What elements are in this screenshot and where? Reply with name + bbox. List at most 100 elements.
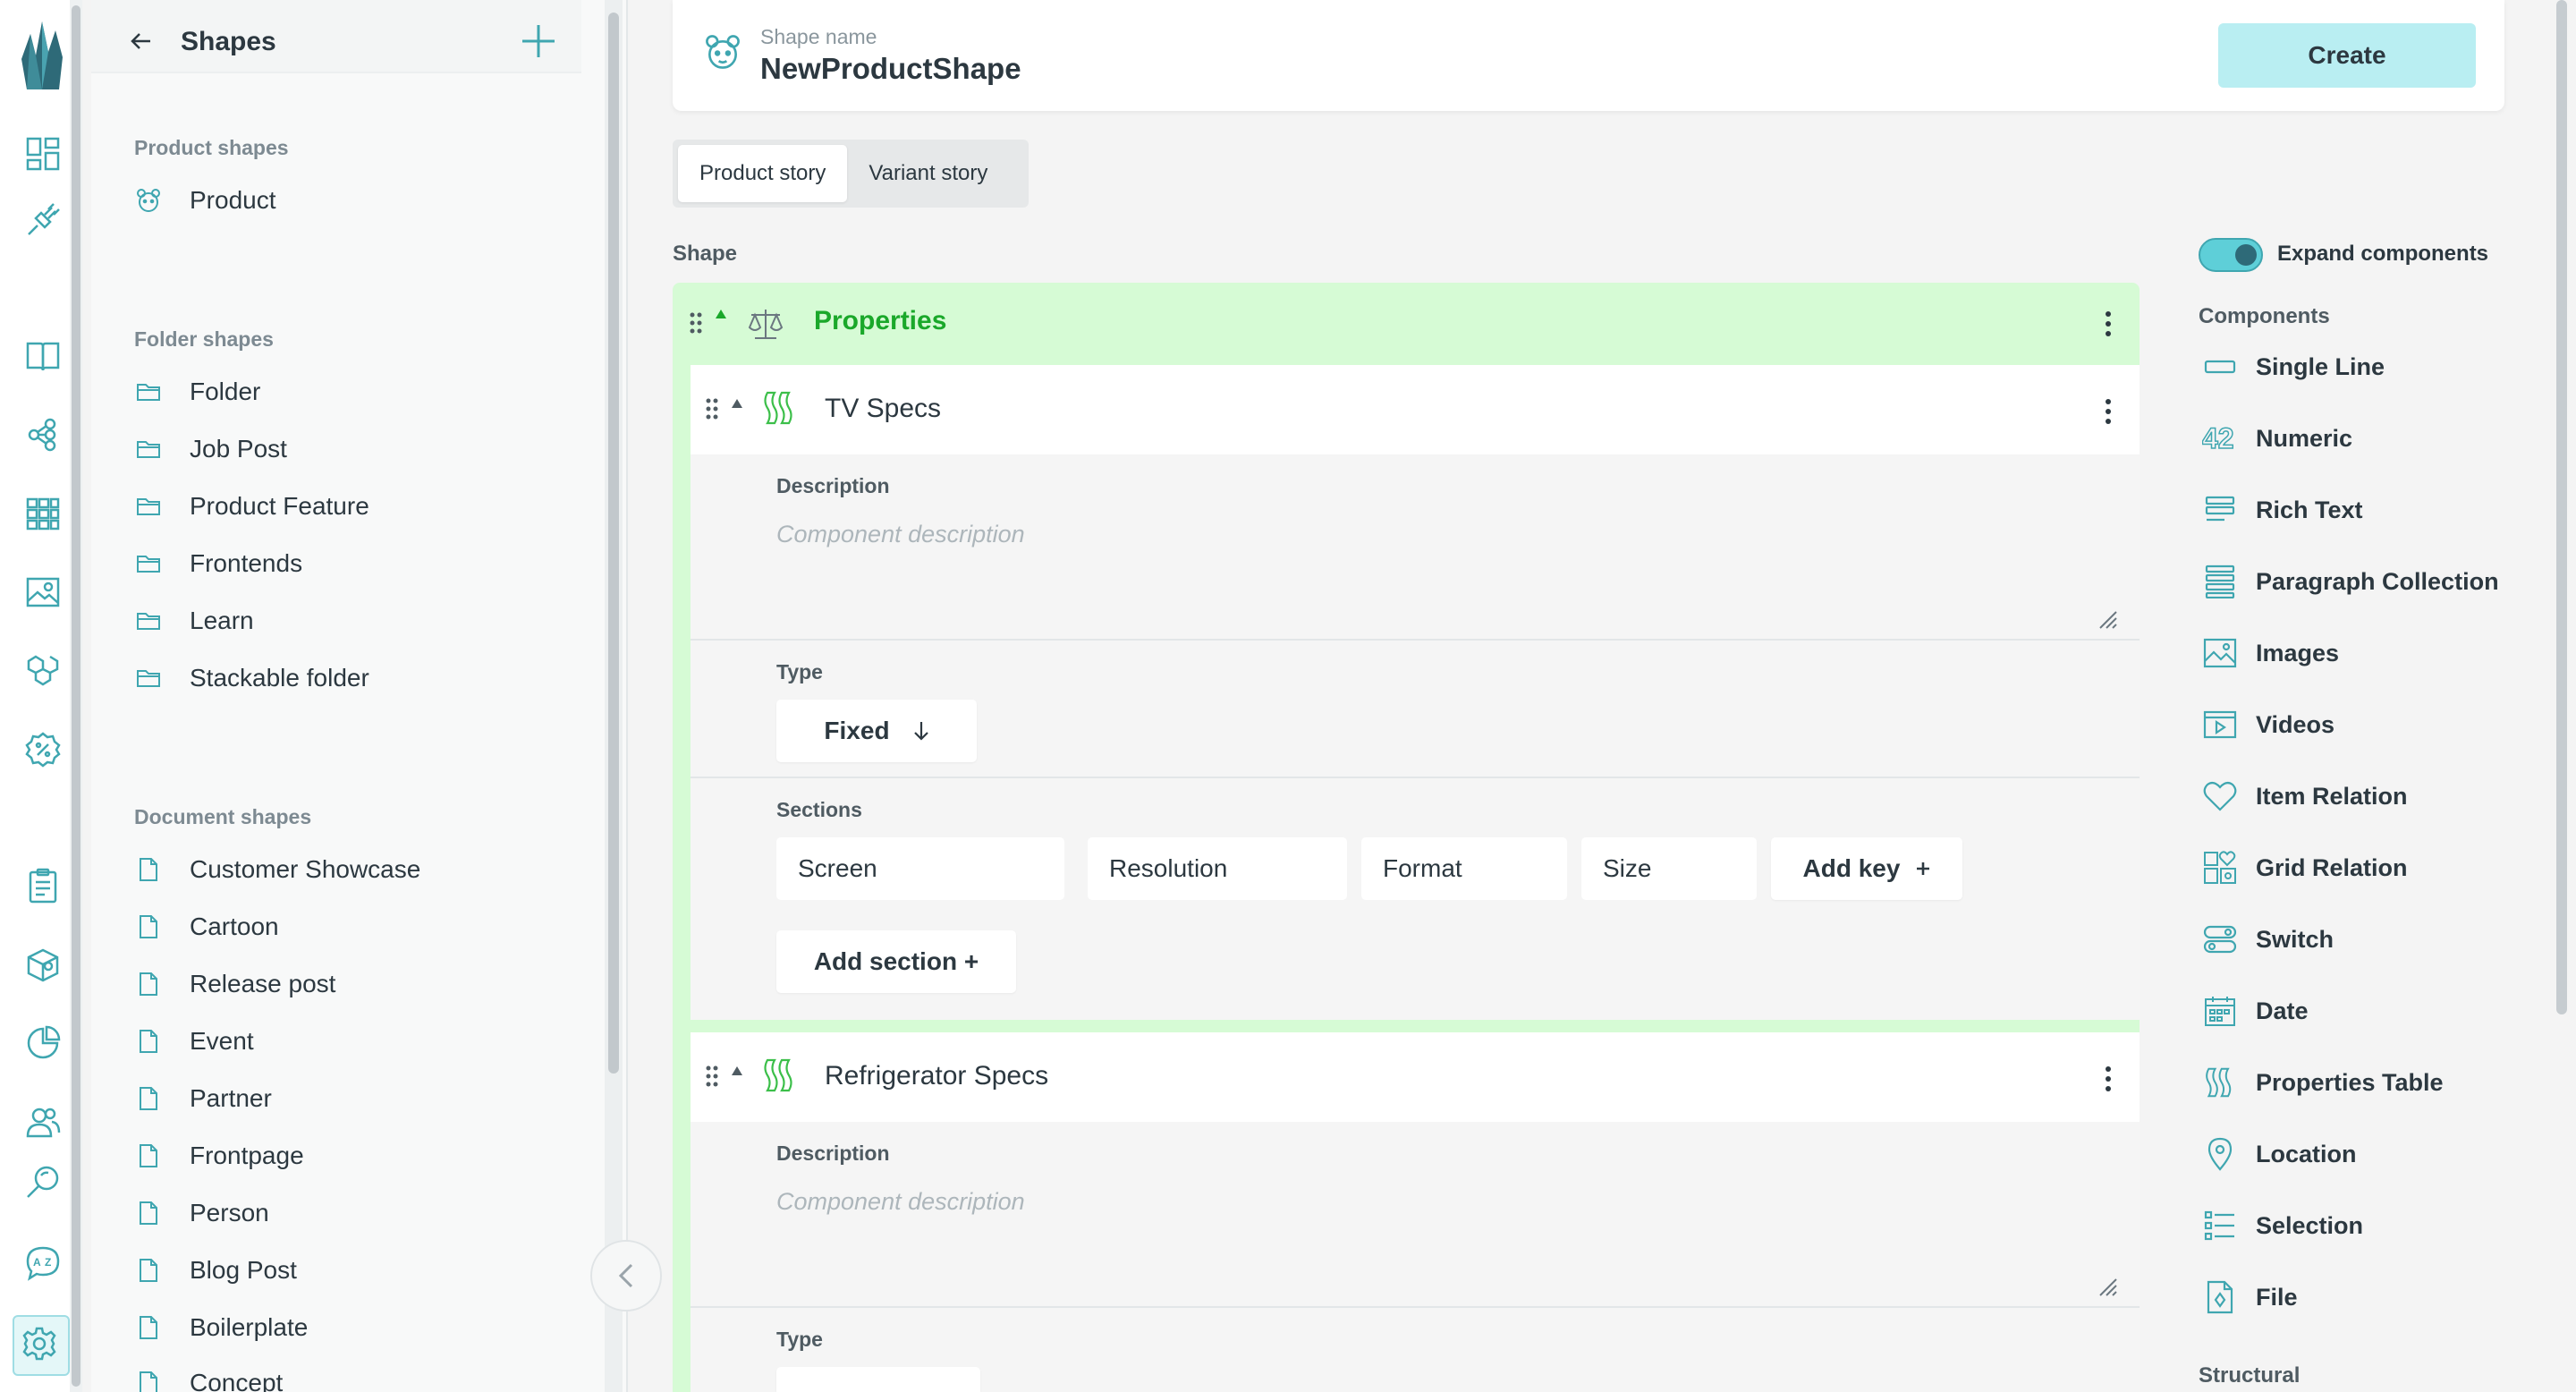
sidebar-item-folder[interactable]: Folder — [134, 374, 260, 410]
component-switch[interactable]: Switch — [2202, 920, 2334, 959]
type-label: Type — [776, 1328, 823, 1351]
component-label: Grid Relation — [2256, 853, 2408, 881]
selection-list-icon — [2202, 1208, 2238, 1243]
drag-handle-icon[interactable] — [705, 1065, 719, 1088]
sidebar-item-release-post[interactable]: Release post — [134, 966, 335, 1002]
sidebar-item-boilerplate[interactable]: Boilerplate — [134, 1310, 308, 1345]
description-input[interactable]: Component description — [776, 1188, 1025, 1216]
component-date[interactable]: Date — [2202, 991, 2309, 1031]
collapse-sidebar-button[interactable] — [590, 1240, 662, 1311]
sidebar-item-label: Blog Post — [190, 1256, 297, 1284]
document-icon — [134, 970, 163, 998]
type-select[interactable]: Fixed — [776, 700, 977, 762]
component-single-line[interactable]: Single Line — [2202, 347, 2385, 386]
grid-relations-icon[interactable] — [25, 653, 64, 692]
back-arrow-icon[interactable] — [131, 30, 152, 52]
sidebar-item-event[interactable]: Event — [134, 1023, 254, 1059]
box-icon[interactable] — [25, 946, 64, 986]
sidebar-item-customer-showcase[interactable]: Customer Showcase — [134, 852, 420, 887]
sidebar-item-label: Product Feature — [190, 492, 369, 520]
sidebar-item-frontends[interactable]: Frontends — [134, 546, 302, 581]
document-icon — [134, 1084, 163, 1113]
key-input[interactable]: Resolution — [1088, 837, 1347, 900]
drag-handle-icon[interactable] — [705, 397, 719, 420]
type-select[interactable] — [776, 1367, 980, 1392]
sidebar-item-learn[interactable]: Learn — [134, 603, 254, 639]
component-menu-icon[interactable] — [2106, 1066, 2113, 1091]
collapse-caret-icon[interactable] — [732, 1066, 742, 1075]
shape-section-label: Shape — [673, 242, 738, 266]
sidebar-item-cartoon[interactable]: Cartoon — [134, 909, 279, 945]
component-menu-icon[interactable] — [2106, 399, 2113, 424]
story-tabs: Product story Variant story — [673, 140, 1029, 208]
sidebar-item-concept[interactable]: Concept — [134, 1365, 283, 1392]
settings-icon[interactable] — [13, 1315, 70, 1376]
sidebar-item-blog-post[interactable]: Blog Post — [134, 1252, 297, 1288]
component-location[interactable]: Location — [2202, 1134, 2357, 1174]
sidebar-scrollbar[interactable] — [608, 13, 619, 1074]
main-scrollbar[interactable] — [2556, 0, 2567, 1014]
drag-handle-icon[interactable] — [689, 311, 703, 335]
search-icon[interactable] — [25, 1165, 64, 1204]
analytics-icon[interactable] — [25, 1025, 64, 1065]
sidebar-item-product[interactable]: Product — [134, 182, 276, 218]
sidebar-item-product-feature[interactable]: Product Feature — [134, 488, 369, 524]
videos-icon — [2202, 707, 2238, 743]
sidebar-item-partner[interactable]: Partner — [134, 1081, 272, 1116]
topics-icon[interactable] — [25, 417, 64, 456]
component-properties-table[interactable]: Properties Table — [2202, 1063, 2444, 1102]
logo-icon[interactable] — [18, 16, 66, 91]
key-input[interactable]: Screen — [776, 837, 1064, 900]
component-grid-relation[interactable]: Grid Relation — [2202, 848, 2408, 887]
sidebar-item-job-post[interactable]: Job Post — [134, 431, 287, 467]
create-button[interactable]: Create — [2218, 23, 2476, 88]
component-selection[interactable]: Selection — [2202, 1206, 2363, 1245]
component-item-relation[interactable]: Item Relation — [2202, 777, 2408, 816]
document-icon — [134, 1027, 163, 1056]
component-videos[interactable]: Videos — [2202, 705, 2334, 744]
key-input[interactable]: Format — [1361, 837, 1567, 900]
collapse-caret-icon[interactable] — [732, 399, 742, 408]
book-icon[interactable] — [25, 338, 64, 378]
component-label: Properties Table — [2256, 1068, 2444, 1096]
translate-icon[interactable]: AZ — [25, 1245, 64, 1285]
sidebar-item-frontpage[interactable]: Frontpage — [134, 1138, 304, 1174]
document-icon — [134, 1369, 163, 1392]
add-key-button[interactable]: Add key — [1771, 837, 1962, 900]
tab-variant-story[interactable]: Variant story — [847, 145, 1009, 202]
discount-icon[interactable] — [25, 732, 64, 771]
component-file[interactable]: File — [2202, 1277, 2298, 1317]
component-header: TV Specs — [691, 365, 2140, 454]
sidebar-item-stackable-folder[interactable]: Stackable folder — [134, 660, 369, 696]
expand-components-toggle[interactable] — [2199, 238, 2263, 272]
users-icon[interactable] — [25, 1104, 64, 1143]
svg-text:A: A — [33, 1256, 41, 1269]
add-section-button[interactable]: Add section + — [776, 930, 1016, 993]
component-images[interactable]: Images — [2202, 633, 2339, 673]
resize-handle-icon[interactable] — [2097, 1276, 2118, 1297]
switch-icon — [2202, 921, 2238, 957]
component-paragraph-collection[interactable]: Paragraph Collection — [2202, 562, 2499, 601]
dashboard-icon[interactable] — [25, 136, 64, 175]
orders-icon[interactable] — [25, 868, 64, 907]
sidebar-item-label: Cartoon — [190, 912, 279, 940]
collapse-caret-icon[interactable] — [716, 310, 726, 318]
properties-title: Properties — [814, 306, 947, 335]
description-input[interactable]: Component description — [776, 521, 1025, 548]
resize-handle-icon[interactable] — [2097, 608, 2118, 630]
image-icon[interactable] — [25, 574, 64, 614]
key-input[interactable]: Size — [1581, 837, 1757, 900]
sidebar-item-person[interactable]: Person — [134, 1195, 269, 1231]
component-numeric[interactable]: 42 Numeric — [2202, 419, 2352, 458]
plug-icon[interactable] — [25, 202, 64, 242]
rail-scrollbar[interactable] — [72, 5, 80, 1387]
component-rich-text[interactable]: Rich Text — [2202, 490, 2363, 530]
catalogue-grid-icon[interactable] — [25, 496, 64, 535]
divider — [691, 639, 2140, 641]
tab-product-story[interactable]: Product story — [678, 145, 848, 202]
sidebar-item-label: Concept — [190, 1369, 284, 1392]
folder-icon — [134, 378, 163, 406]
properties-menu-icon[interactable] — [2106, 311, 2113, 336]
add-shape-icon[interactable] — [521, 23, 556, 59]
shape-name-input[interactable]: NewProductShape — [760, 52, 1021, 86]
